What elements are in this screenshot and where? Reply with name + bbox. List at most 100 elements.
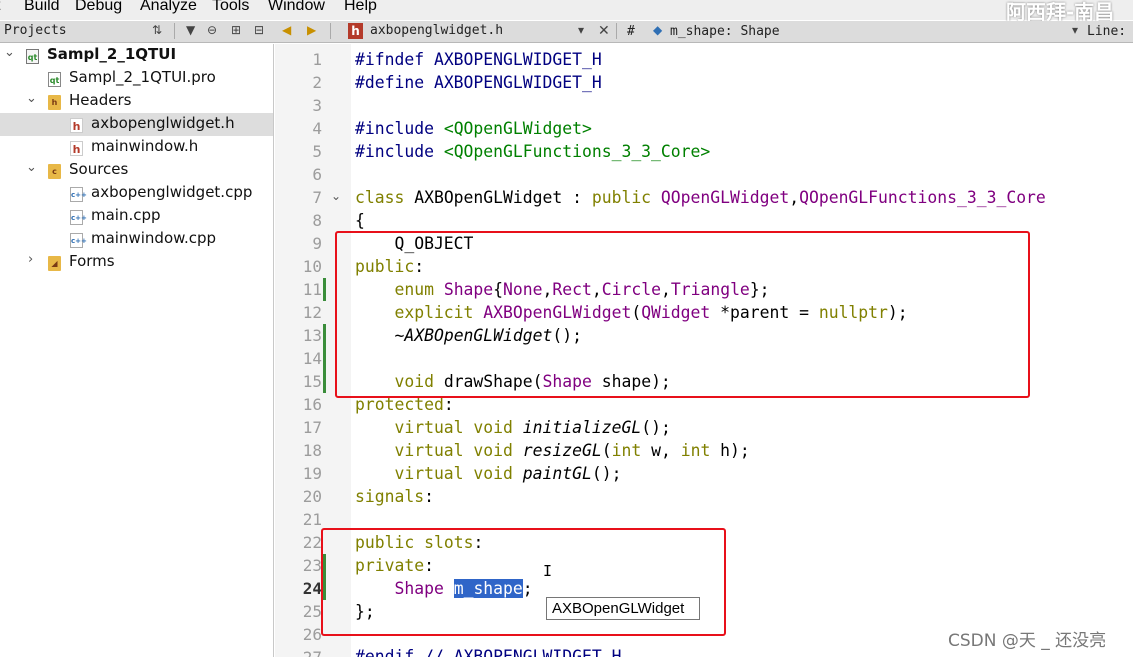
tree-item-label: Forms bbox=[69, 252, 115, 270]
pane-title: Projects bbox=[4, 23, 67, 38]
cpp-file-icon: c++ bbox=[70, 187, 87, 202]
split-icon[interactable]: ⊞ bbox=[231, 23, 241, 37]
modified-line-marker bbox=[323, 278, 326, 301]
code-line: signals: bbox=[355, 487, 434, 506]
menu-help[interactable]: Help bbox=[344, 0, 377, 15]
line-number: 10 bbox=[302, 257, 322, 276]
tree-item-label: axbopenglwidget.h bbox=[91, 114, 235, 132]
code-line: virtual void paintGL(); bbox=[355, 464, 622, 483]
code-line: #ifndef AXBOPENGLWIDGET_H bbox=[355, 50, 602, 69]
close-pane-icon[interactable]: ⊟ bbox=[254, 23, 264, 37]
line-number: 22 bbox=[302, 533, 322, 552]
tree-item-forms[interactable]: › ◢ Forms bbox=[0, 251, 273, 274]
open-file-combobox[interactable]: h axbopenglwidget.h ▾ bbox=[346, 22, 590, 41]
project-icon: qt bbox=[26, 49, 39, 64]
line-label: Line: bbox=[1087, 24, 1127, 39]
cpp-file-icon: c++ bbox=[70, 210, 87, 225]
chevron-right-icon[interactable]: › bbox=[28, 252, 33, 267]
line-number: 19 bbox=[302, 464, 322, 483]
tooltip: AXBOpenGLWidget bbox=[546, 597, 700, 620]
tree-item-axbopenglwidget-h[interactable]: h axbopenglwidget.h bbox=[0, 113, 273, 136]
code-line: #include <QOpenGLFunctions_3_3_Core> bbox=[355, 142, 711, 161]
toolbar-separator bbox=[616, 23, 617, 39]
line-number: 26 bbox=[302, 625, 322, 644]
menu-debug[interactable]: Debug bbox=[75, 0, 122, 15]
tree-item-label: Sampl_2_1QTUI bbox=[47, 45, 177, 63]
line-number: 12 bbox=[302, 303, 322, 322]
folder-icon: c bbox=[48, 164, 61, 179]
code-line: #define AXBOPENGLWIDGET_H bbox=[355, 73, 602, 92]
code-line: { bbox=[355, 211, 365, 230]
line-number: 3 bbox=[312, 96, 322, 115]
header-file-icon: h bbox=[70, 118, 83, 133]
chevron-down-icon[interactable]: ▾ bbox=[1072, 23, 1078, 37]
annotation-box bbox=[335, 231, 1030, 398]
tree-item-label: main.cpp bbox=[91, 206, 161, 224]
tree-item-label: Sources bbox=[69, 160, 129, 178]
line-number: 21 bbox=[302, 510, 322, 529]
toolbar-separator bbox=[174, 23, 175, 39]
tree-item-label: axbopenglwidget.cpp bbox=[91, 183, 253, 201]
tree-item-main-cpp[interactable]: c++ main.cpp bbox=[0, 205, 273, 228]
folder-icon: ◢ bbox=[48, 256, 61, 271]
tree-item-label: Sampl_2_1QTUI.pro bbox=[69, 68, 216, 86]
menu-tools[interactable]: Tools bbox=[212, 0, 249, 15]
tree-item-sources[interactable]: ⌄ c Sources bbox=[0, 159, 273, 182]
chevron-down-icon[interactable]: ▾ bbox=[578, 23, 584, 37]
tree-item-label: mainwindow.h bbox=[91, 137, 199, 155]
menu-build[interactable]: Build bbox=[24, 0, 60, 15]
tree-item-project[interactable]: ⌄ qt Sampl_2_1QTUI bbox=[0, 44, 273, 67]
line-number: 2 bbox=[312, 73, 322, 92]
tree-item-label: mainwindow.cpp bbox=[91, 229, 217, 247]
filter-icon[interactable]: ▼ bbox=[186, 23, 195, 37]
pro-file-icon: qt bbox=[48, 72, 61, 87]
project-tree: ⌄ qt Sampl_2_1QTUI qt Sampl_2_1QTUI.pro … bbox=[0, 44, 274, 657]
pane-selector-arrows-icon[interactable]: ⇅ bbox=[152, 23, 162, 37]
line-number: 5 bbox=[312, 142, 322, 161]
line-number: 23 bbox=[302, 556, 322, 575]
toolbar-separator bbox=[330, 23, 331, 39]
watermark-bottom: CSDN @天 _ 还没亮 bbox=[948, 631, 1107, 651]
line-number: 18 bbox=[302, 441, 322, 460]
cpp-file-icon: c++ bbox=[70, 233, 87, 248]
header-file-icon: h bbox=[348, 23, 363, 39]
link-icon[interactable]: ⊖ bbox=[207, 23, 217, 37]
line-number: 25 bbox=[302, 602, 322, 621]
text-cursor-icon: I bbox=[543, 562, 553, 580]
menu-analyze[interactable]: Analyze bbox=[140, 0, 197, 15]
tree-item-headers[interactable]: ⌄ h Headers bbox=[0, 90, 273, 113]
line-number: 7 bbox=[312, 188, 322, 207]
line-number-current: 24 bbox=[302, 579, 322, 598]
code-line: class AXBOpenGLWidget : public QOpenGLWi… bbox=[355, 188, 1046, 207]
tree-item-mainwindow-h[interactable]: h mainwindow.h bbox=[0, 136, 273, 159]
chevron-down-icon[interactable]: ⌄ bbox=[26, 160, 37, 175]
forward-icon[interactable]: ▶ bbox=[307, 23, 316, 37]
back-icon[interactable]: ◀ bbox=[282, 23, 291, 37]
tree-item-axbopenglwidget-cpp[interactable]: c++ axbopenglwidget.cpp bbox=[0, 182, 273, 205]
close-file-icon[interactable]: ✕ bbox=[598, 23, 610, 39]
fold-chevron-icon[interactable]: ⌄ bbox=[331, 189, 341, 203]
tree-item-pro-file[interactable]: qt Sampl_2_1QTUI.pro bbox=[0, 67, 273, 90]
chevron-down-icon[interactable]: ⌄ bbox=[4, 45, 15, 60]
line-number: 13 bbox=[302, 326, 322, 345]
line-number: 16 bbox=[302, 395, 322, 414]
menu-window[interactable]: Window bbox=[268, 0, 325, 15]
line-number: 15 bbox=[302, 372, 322, 391]
line-number: 4 bbox=[312, 119, 322, 138]
line-number: 9 bbox=[312, 234, 322, 253]
tree-item-mainwindow-cpp[interactable]: c++ mainwindow.cpp bbox=[0, 228, 273, 251]
line-number: 1 bbox=[312, 50, 322, 69]
symbol-selector[interactable]: m_shape: Shape bbox=[670, 24, 780, 39]
hash-label: # bbox=[627, 24, 635, 39]
chevron-down-icon[interactable]: ⌄ bbox=[26, 91, 37, 106]
line-number: 8 bbox=[312, 211, 322, 230]
code-line: virtual void initializeGL(); bbox=[355, 418, 671, 437]
line-number: 6 bbox=[312, 165, 322, 184]
code-line: virtual void resizeGL(int w, int h); bbox=[355, 441, 750, 460]
open-file-name: axbopenglwidget.h bbox=[370, 23, 504, 38]
header-file-icon: h bbox=[70, 141, 83, 156]
line-number: 27 bbox=[275, 646, 322, 657]
tree-item-label: Headers bbox=[69, 91, 132, 109]
line-number: 20 bbox=[302, 487, 322, 506]
code-line: #include <QOpenGLWidget> bbox=[355, 119, 592, 138]
